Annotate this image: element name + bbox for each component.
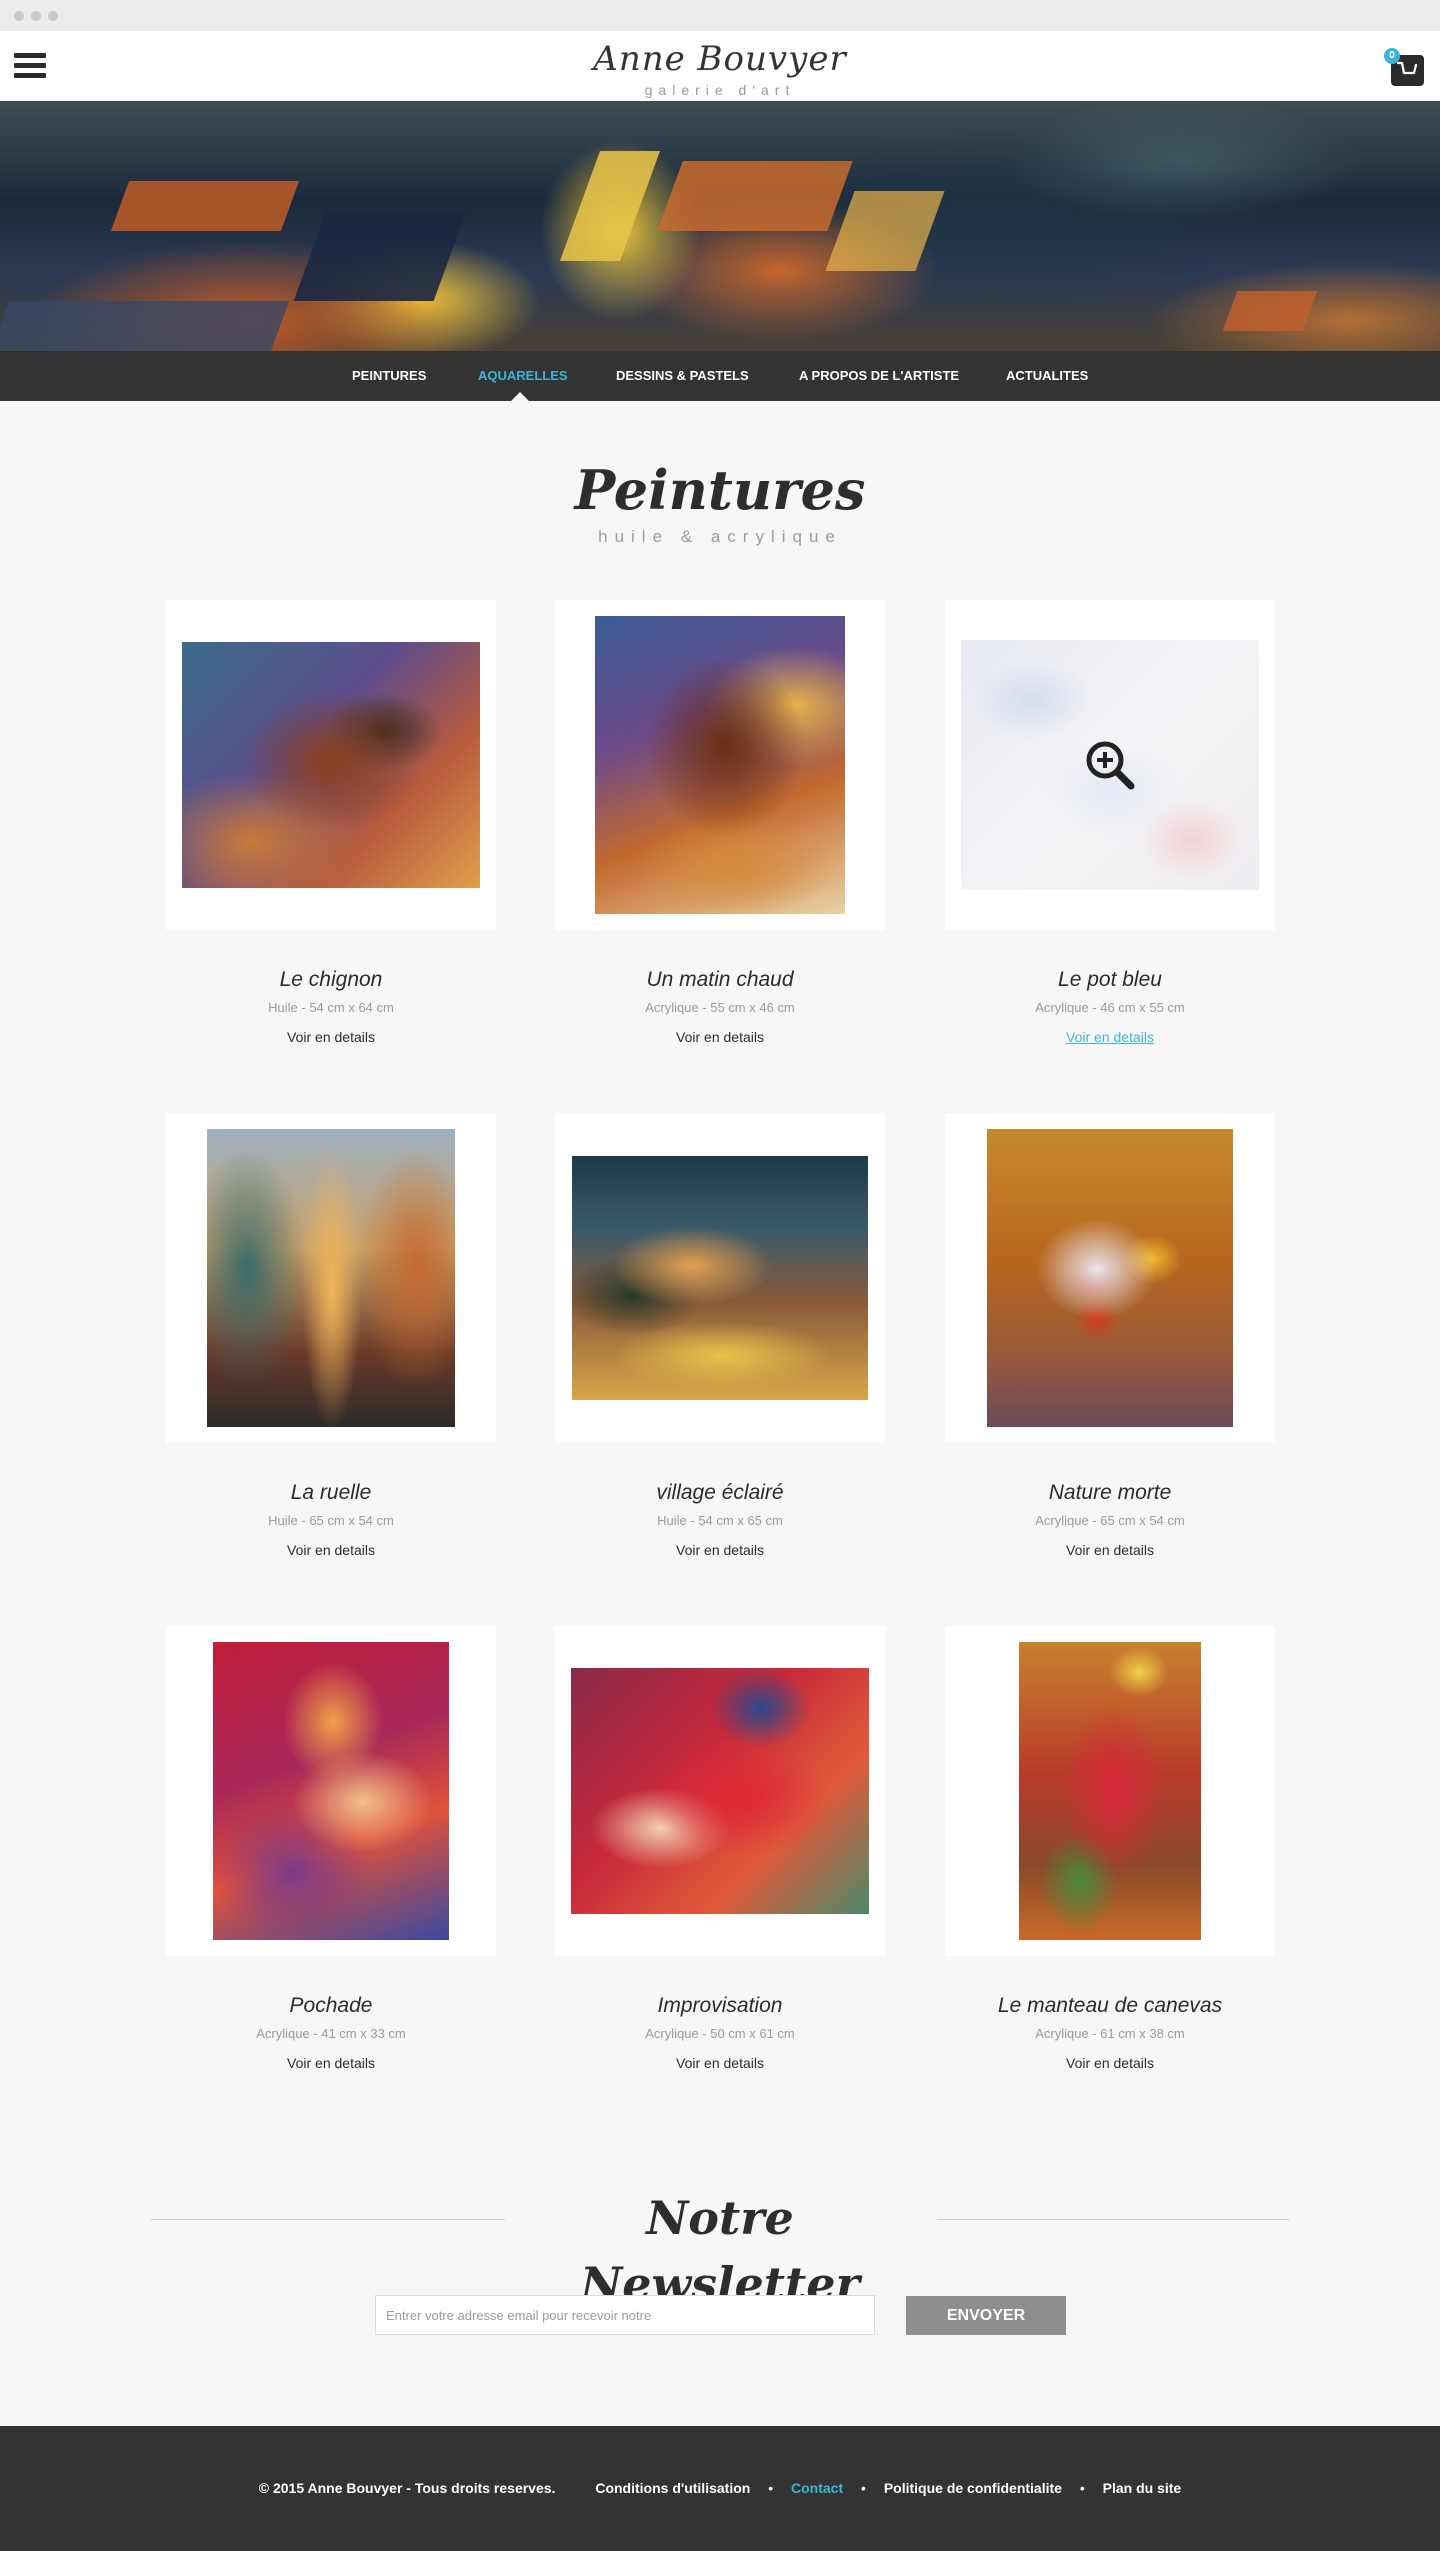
- footer-link-privacy[interactable]: Politique de confidentialite: [884, 2480, 1062, 2496]
- divider: [150, 2219, 505, 2220]
- section-title: Peintures: [574, 458, 866, 522]
- painting-title: Le chignon: [279, 968, 383, 991]
- cart-count-badge: 0: [1384, 48, 1400, 64]
- footer-separator: •: [1079, 2480, 1085, 2496]
- painting-meta: Acrylique - 61 cm x 38 cm: [1035, 2026, 1185, 2041]
- window-dot: [14, 11, 24, 21]
- site-footer: © 2015 Anne Bouvyer - Tous droits reserv…: [0, 2426, 1440, 2551]
- details-link[interactable]: Voir en details: [555, 1029, 885, 1045]
- painting-image: [1019, 1642, 1201, 1940]
- painting-image: [207, 1129, 455, 1427]
- painting-frame[interactable]: [166, 1626, 496, 1956]
- hero-banner: [0, 101, 1440, 351]
- painting-title: Un matin chaud: [646, 968, 794, 991]
- hamburger-menu-icon[interactable]: [14, 53, 46, 79]
- painting-frame[interactable]: [555, 1626, 885, 1956]
- painting-frame[interactable]: [555, 1113, 885, 1443]
- painting-image: [572, 1156, 868, 1400]
- painting-title: Le pot bleu: [1058, 968, 1162, 991]
- main-nav: PEINTURES AQUARELLES DESSINS & PASTELS A…: [0, 351, 1440, 401]
- logo-name: Anne Bouvyer: [593, 39, 847, 79]
- painting-frame[interactable]: [945, 1113, 1275, 1443]
- painting-meta: Acrylique - 55 cm x 46 cm: [645, 1000, 795, 1015]
- painting-meta: Acrylique - 50 cm x 61 cm: [645, 2026, 795, 2041]
- painting-image: [595, 616, 845, 914]
- painting-image: [182, 642, 480, 888]
- zoom-in-icon[interactable]: [1084, 739, 1136, 791]
- cart-button[interactable]: 0: [1384, 48, 1424, 86]
- painting-title: Pochade: [289, 1994, 373, 2017]
- painting-meta: Huile - 54 cm x 64 cm: [268, 1000, 394, 1015]
- logo-subtitle: galerie d'art: [644, 82, 796, 98]
- nav-item-actualites[interactable]: ACTUALITES: [1006, 351, 1088, 401]
- painting-title: Nature morte: [1048, 1481, 1172, 1504]
- site-header: Anne Bouvyer galerie d'art 0: [0, 31, 1440, 101]
- painting-image: [213, 1642, 449, 1940]
- details-link[interactable]: Voir en details: [166, 2055, 496, 2071]
- newsletter-email-input[interactable]: [375, 2295, 875, 2335]
- active-nav-caret: [511, 392, 529, 401]
- painting-frame[interactable]: [166, 1113, 496, 1443]
- divider: [937, 2219, 1290, 2220]
- details-link[interactable]: Voir en details: [945, 1029, 1275, 1045]
- painting-meta: Acrylique - 65 cm x 54 cm: [1035, 1513, 1185, 1528]
- painting-frame[interactable]: [555, 600, 885, 930]
- footer-separator: •: [768, 2480, 774, 2496]
- nav-item-a-propos[interactable]: A PROPOS DE L'ARTISTE: [799, 351, 959, 401]
- footer-copyright: © 2015 Anne Bouvyer - Tous droits reserv…: [258, 2480, 556, 2496]
- nav-item-peintures[interactable]: PEINTURES: [352, 351, 426, 401]
- newsletter-submit-button[interactable]: ENVOYER: [906, 2296, 1066, 2335]
- nav-item-dessins-pastels[interactable]: DESSINS & PASTELS: [616, 351, 749, 401]
- painting-title: Le manteau de canevas: [997, 1994, 1223, 2017]
- section-subtitle: huile & acrylique: [598, 527, 842, 546]
- painting-meta: Acrylique - 46 cm x 55 cm: [1035, 1000, 1185, 1015]
- painting-title: Improvisation: [657, 1994, 783, 2017]
- details-link[interactable]: Voir en details: [555, 1542, 885, 1558]
- details-link[interactable]: Voir en details: [166, 1542, 496, 1558]
- details-link[interactable]: Voir en details: [945, 2055, 1275, 2071]
- painting-frame[interactable]: [166, 600, 496, 930]
- window-dot: [31, 11, 41, 21]
- painting-meta: Huile - 65 cm x 54 cm: [268, 1513, 394, 1528]
- footer-link-sitemap[interactable]: Plan du site: [1103, 2480, 1182, 2496]
- painting-meta: Huile - 54 cm x 65 cm: [657, 1513, 783, 1528]
- painting-meta: Acrylique - 41 cm x 33 cm: [256, 2026, 406, 2041]
- painting-title: village éclairé: [656, 1481, 784, 1504]
- painting-image: [987, 1129, 1233, 1427]
- footer-link-contact[interactable]: Contact: [791, 2480, 843, 2496]
- footer-links: © 2015 Anne Bouvyer - Tous droits reserv…: [0, 2480, 1440, 2496]
- footer-separator: •: [861, 2480, 866, 2496]
- details-link[interactable]: Voir en details: [555, 2055, 885, 2071]
- footer-link-conditions[interactable]: Conditions d'utilisation: [595, 2480, 750, 2496]
- painting-image: [571, 1668, 869, 1914]
- window-dot: [48, 11, 58, 21]
- painting-frame[interactable]: [945, 1626, 1275, 1956]
- painting-frame[interactable]: [945, 600, 1275, 930]
- browser-bar: [0, 0, 1440, 31]
- logo[interactable]: Anne Bouvyer galerie d'art: [520, 35, 920, 97]
- painting-title: La ruelle: [290, 1481, 372, 1504]
- details-link[interactable]: Voir en details: [166, 1029, 496, 1045]
- details-link[interactable]: Voir en details: [945, 1542, 1275, 1558]
